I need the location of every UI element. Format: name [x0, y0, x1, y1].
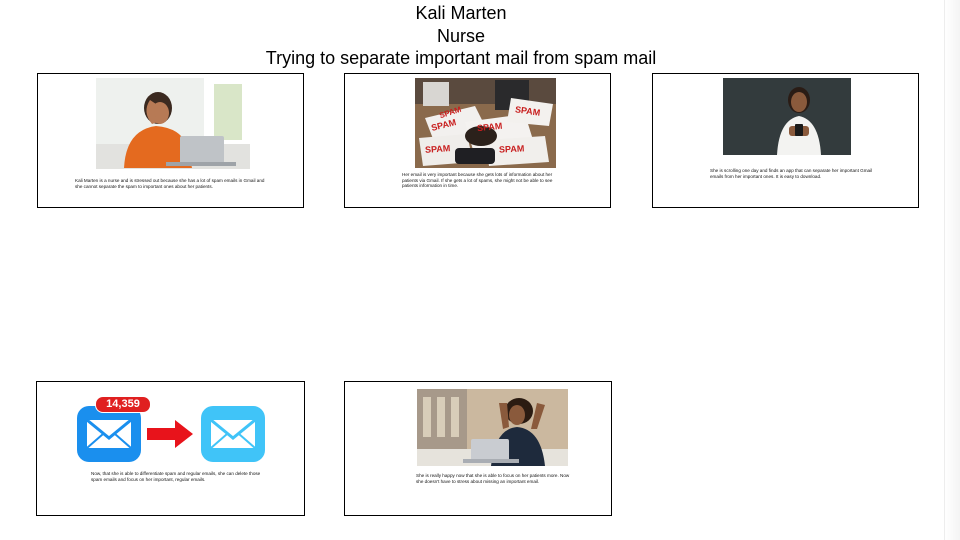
slide-edge [944, 0, 960, 540]
stressed-woman-laptop-photo [96, 78, 250, 169]
stressed-woman-laptop-illustration [96, 78, 250, 169]
storyboard-panel-3: She is scrolling one day and finds an ap… [652, 73, 919, 208]
panel-1-caption: Kali Marten is a nurse and is stressed o… [75, 178, 265, 189]
persona-role: Nurse [436, 26, 485, 46]
persona-goal: Trying to separate important mail from s… [265, 48, 657, 68]
panel-2-caption: Her email is very important because she … [402, 172, 553, 189]
happy-woman-laptop-photo [417, 389, 568, 466]
storyboard-panel-5: She is really happy now that she is able… [344, 381, 612, 516]
arrow-right-icon [147, 420, 193, 448]
storyboard-panel-2: SPAM SPAM SPAM SPAM SPAM SPAM Her email … [344, 73, 611, 208]
storyboard-panel-1: Kali Marten is a nurse and is stressed o… [37, 73, 304, 208]
spam-papers-photo: SPAM SPAM SPAM SPAM SPAM SPAM [415, 78, 556, 168]
persona-name: Kali Marten [415, 3, 507, 23]
storyboard-panel-4: 14,359 Now, that she is able to differen… [36, 381, 305, 516]
spam-label-4: SPAM [498, 143, 525, 155]
panel-3-caption: She is scrolling one day and finds an ap… [710, 168, 873, 179]
panel-5-caption: She is really happy now that she is able… [416, 473, 570, 484]
unread-count-badge: 14,359 [95, 396, 151, 413]
happy-woman-laptop-illustration [417, 389, 568, 466]
woman-phone-illustration [723, 78, 851, 155]
spam-label-3: SPAM [424, 143, 451, 155]
woman-phone-photo [723, 78, 851, 155]
panel-4-caption: Now, that she is able to differentiate s… [91, 471, 261, 482]
